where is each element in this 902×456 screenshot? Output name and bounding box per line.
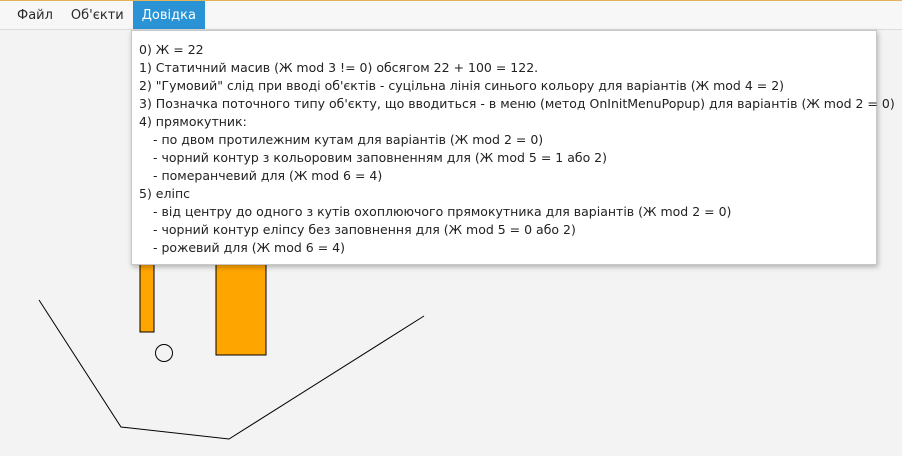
help-line-object-type-mark[interactable]: 3) Позначка поточного типу об'єкту, що в… [139,95,895,113]
help-line-ellipse-header[interactable]: 5) еліпс [139,185,876,203]
menu-file[interactable]: Файл [8,1,62,29]
ellipse-circle [155,344,173,362]
menu-bar: Файл Об'єкти Довідка [0,1,902,30]
help-line-variant[interactable]: 0) Ж = 22 [139,41,876,59]
help-line-static-array[interactable]: 1) Статичний масив (Ж mod 3 != 0) обсяго… [139,59,876,77]
menu-objects[interactable]: Об'єкти [62,1,133,29]
help-line-ellipse-color[interactable]: - рожевий для (Ж mod 6 = 4) [139,239,876,257]
help-line-rubber-trace[interactable]: 2) "Гумовий" слід при вводі об'єктів - с… [139,77,876,95]
help-line-ellipse-outline[interactable]: - чорний контур еліпсу без заповнення дл… [139,221,876,239]
help-line-ellipse-center[interactable]: - від центру до одного з кутів охоплюючо… [139,203,876,221]
menu-help[interactable]: Довідка [132,1,205,29]
help-line-rectangle-color[interactable]: - померанчевий для (Ж mod 6 = 4) [139,167,876,185]
help-line-rectangle-corners[interactable]: - по двом протилежним кутам для варіанті… [139,131,876,149]
help-menu-dropdown: 0) Ж = 22 1) Статичний масив (Ж mod 3 !=… [131,30,895,265]
help-line-rectangle-outline[interactable]: - чорний контур з кольоровим заповненням… [139,149,876,167]
help-line-rectangle-header[interactable]: 4) прямокутник: [139,113,876,131]
